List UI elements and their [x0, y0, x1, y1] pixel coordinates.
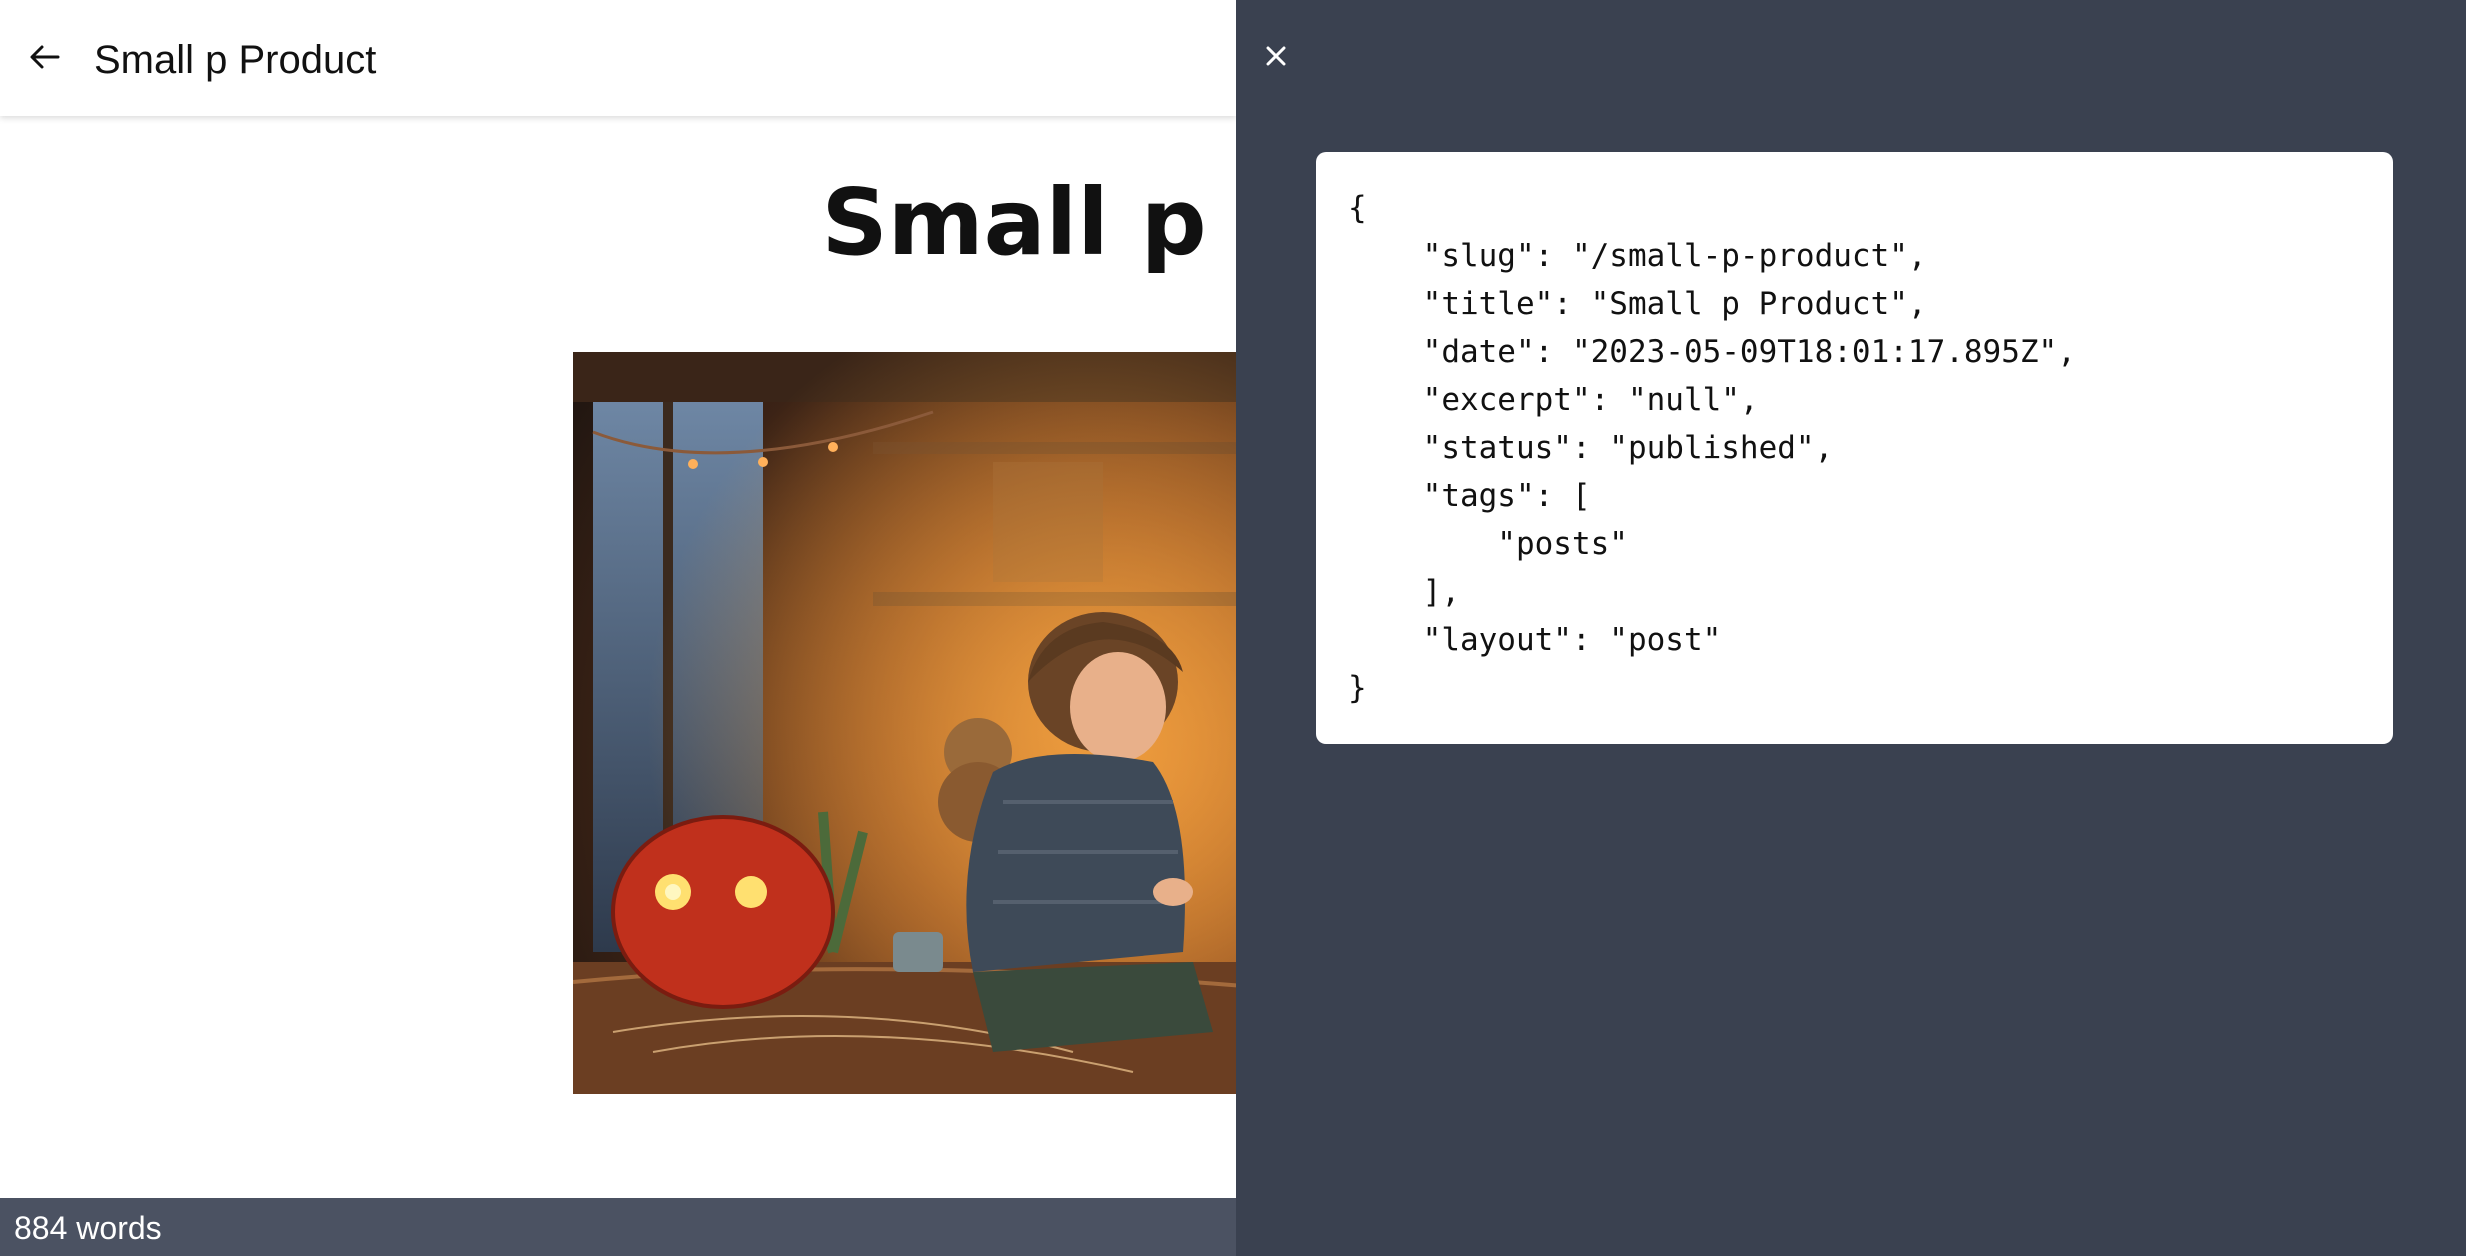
page-title: Small p Product [94, 38, 377, 82]
word-count: 884 words [14, 1210, 162, 1246]
back-button[interactable] [22, 34, 68, 80]
arrow-left-icon [30, 45, 60, 69]
close-button[interactable] [1256, 36, 1296, 76]
top-app-bar: Small p Product [0, 0, 1236, 116]
hero-image [573, 352, 1236, 1094]
close-icon [1266, 46, 1286, 66]
frontmatter-json-card: { "slug": "/small-p-product", "title": "… [1316, 152, 2393, 744]
metadata-drawer: { "slug": "/small-p-product", "title": "… [1236, 0, 2466, 1256]
frontmatter-json: { "slug": "/small-p-product", "title": "… [1348, 190, 2076, 706]
status-footer: 884 words [0, 1198, 1236, 1256]
